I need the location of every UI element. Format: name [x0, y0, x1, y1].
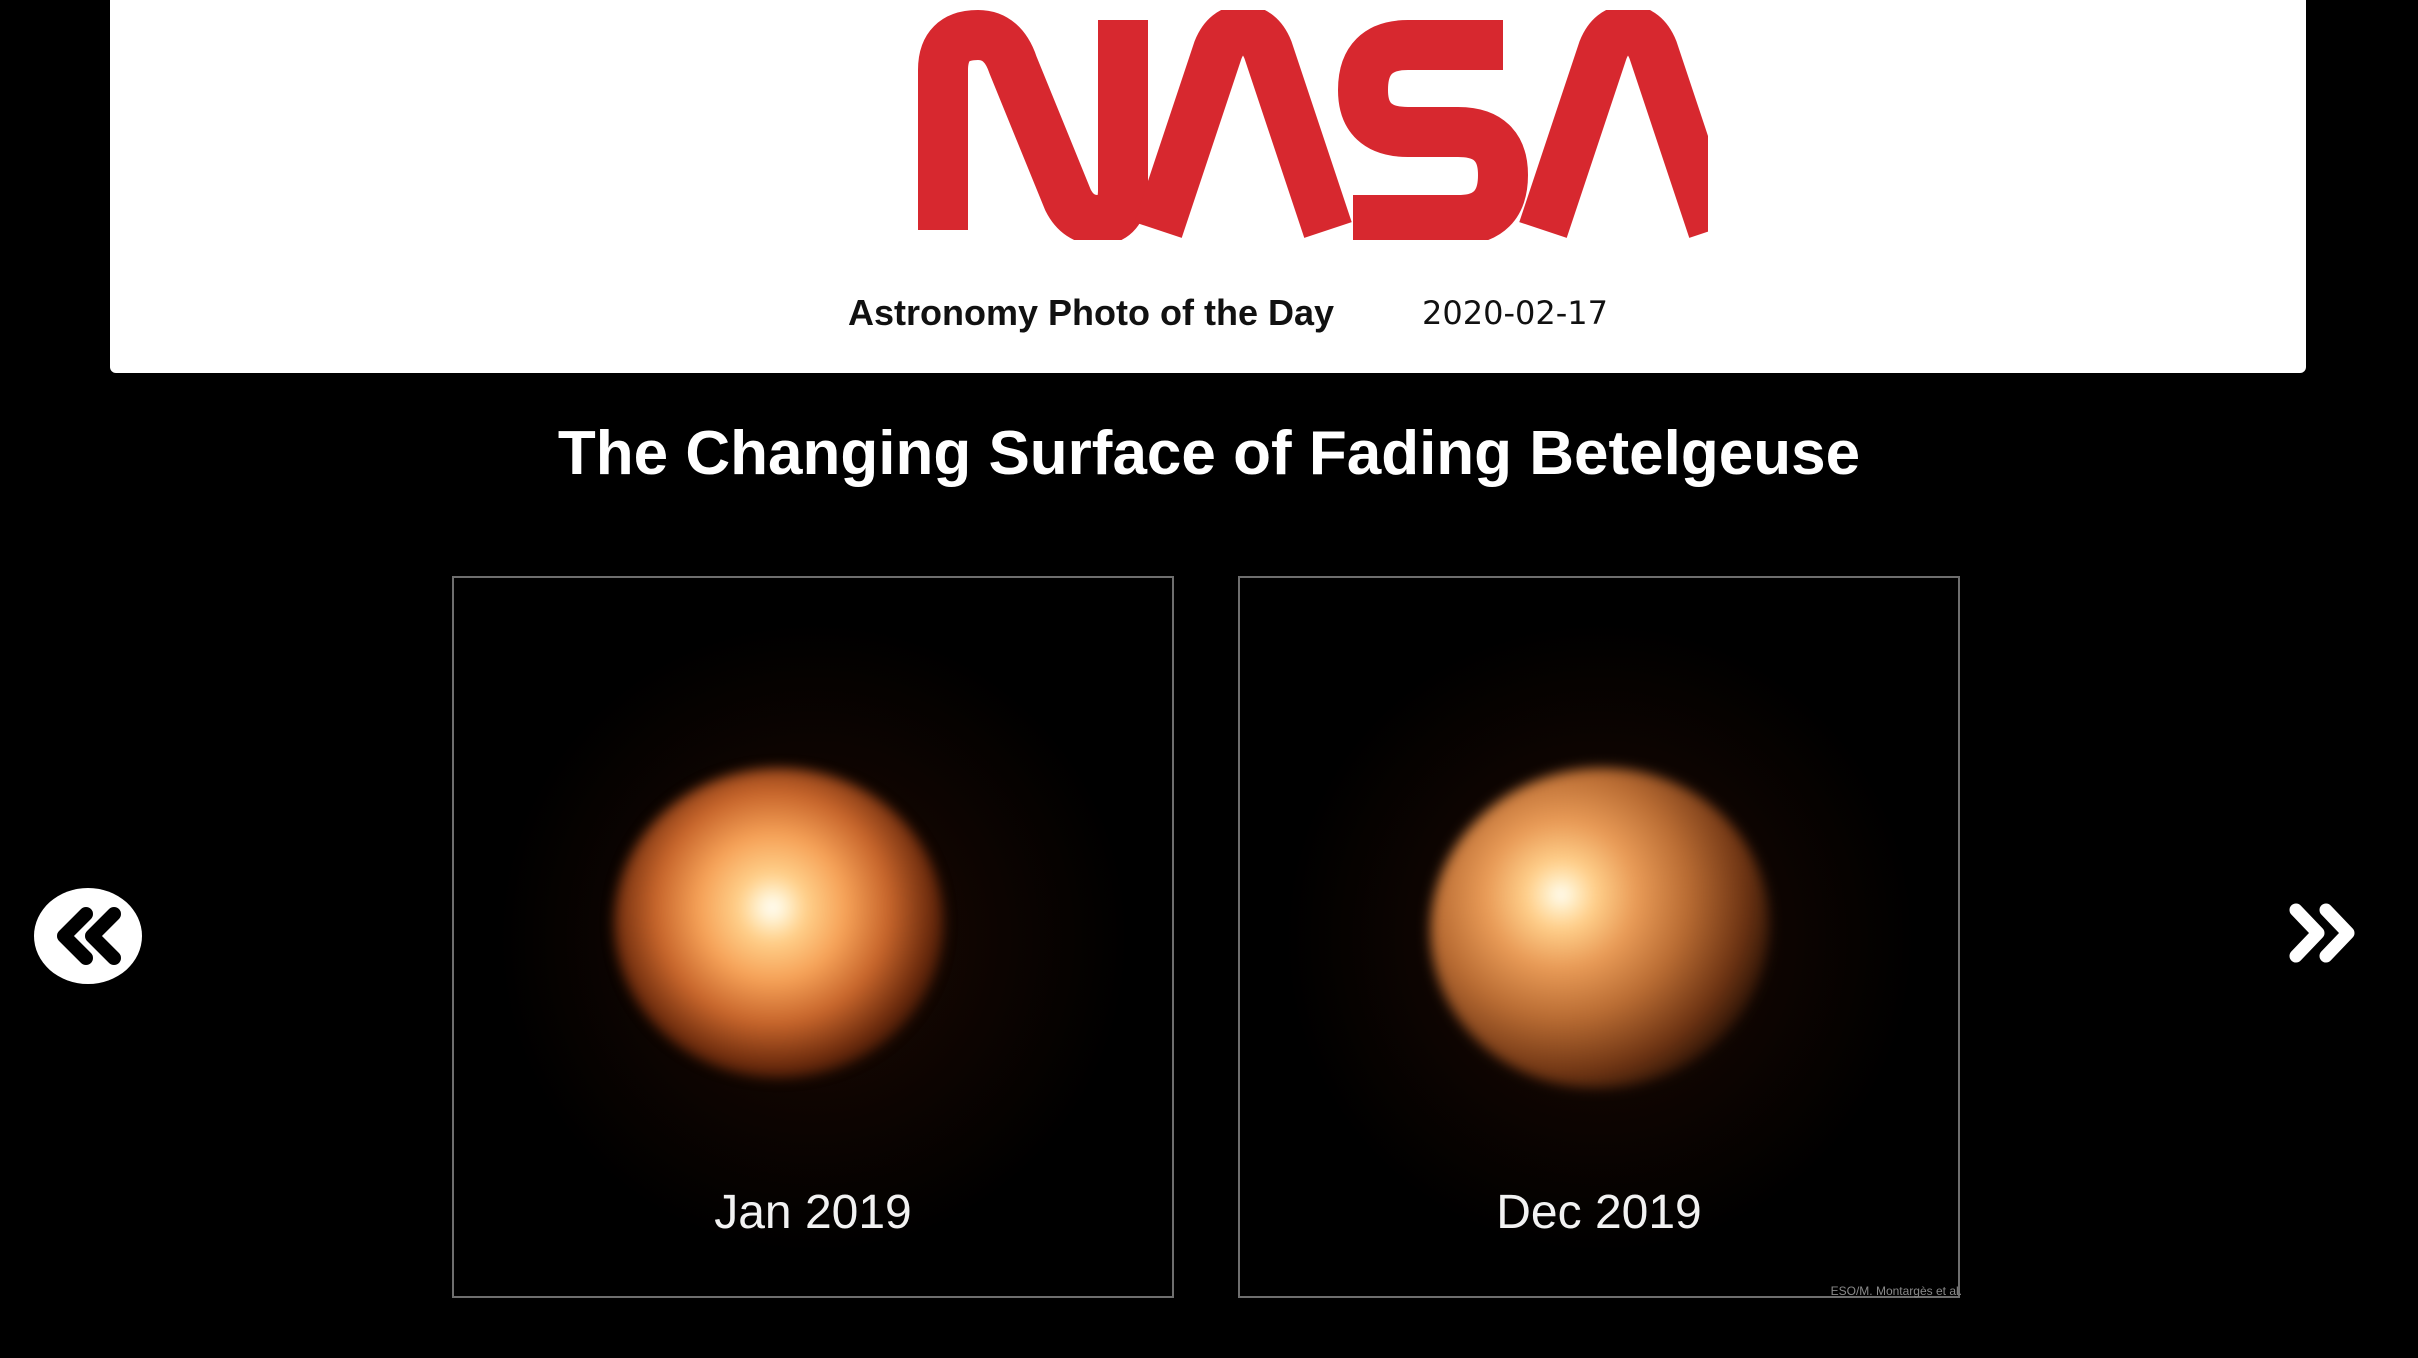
- double-chevron-left-icon: [57, 907, 121, 965]
- panel-caption: Dec 2019: [1496, 1186, 1702, 1239]
- section-label: Astronomy Photo of the Day: [848, 292, 1335, 333]
- photo-title: The Changing Surface of Fading Betelgeus…: [557, 419, 1861, 488]
- astronomy-photo: Jan 2019 Dec 2019 ESO/M. Montargès et al…: [450, 574, 1962, 1298]
- image-credit: ESO/M. Montargès et al.: [1830, 1284, 1962, 1298]
- photo-panel-jan: Jan 2019: [452, 576, 1174, 1298]
- star-image-jan: [614, 768, 944, 1078]
- previous-button[interactable]: [34, 888, 142, 984]
- double-chevron-right-icon: [2289, 903, 2355, 963]
- photo-date: 2020-02-17: [1422, 294, 1608, 332]
- nasa-logo: [918, 10, 1708, 240]
- header-subtitle: Astronomy Photo of the Day 2020-02-17: [110, 288, 2306, 338]
- photo-panel-dec: Dec 2019: [1238, 576, 1960, 1298]
- next-button[interactable]: [2286, 900, 2362, 966]
- site-header: Astronomy Photo of the Day 2020-02-17: [110, 0, 2306, 373]
- panel-caption: Jan 2019: [714, 1186, 912, 1239]
